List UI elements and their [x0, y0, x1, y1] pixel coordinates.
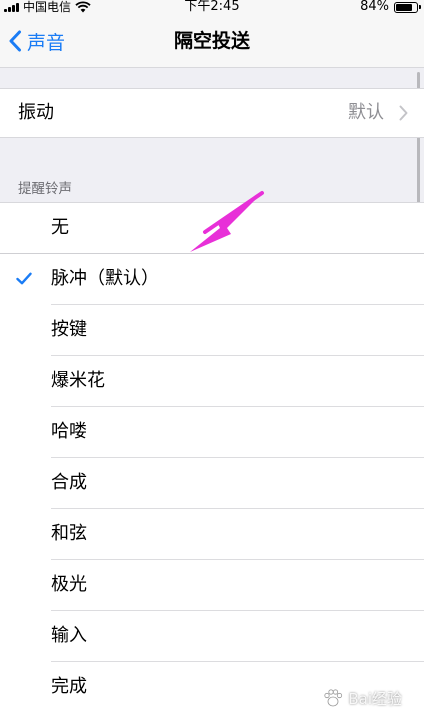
navigation-bar: 隔空投送 声音 — [0, 14, 424, 68]
chevron-right-icon — [399, 105, 408, 121]
vibration-label: 振动 — [18, 102, 54, 123]
battery-percentage: 84% — [360, 0, 389, 14]
tone-row[interactable]: 输入 — [0, 611, 424, 662]
tone-row[interactable]: 合成 — [0, 458, 424, 509]
tone-row-selected[interactable]: 脉冲（默认） — [0, 254, 424, 305]
tone-label: 哈喽 — [51, 421, 87, 442]
tone-row[interactable]: 和弦 — [0, 509, 424, 560]
vibration-value: 默认 — [348, 102, 384, 123]
watermark: Bai经验 — [322, 687, 402, 709]
chevron-left-icon — [9, 30, 21, 52]
watermark-text: Bai经验 — [348, 689, 402, 708]
tone-row[interactable]: 按键 — [0, 305, 424, 356]
alert-tone-list: 无 脉冲（默认） 按键 爆米花 哈喽 合成 和弦 极光 输入 完成 — [0, 202, 424, 715]
tone-row[interactable]: 哈喽 — [0, 407, 424, 458]
tone-label: 合成 — [51, 472, 87, 493]
paw-icon — [324, 689, 343, 707]
status-right: 84% — [360, 0, 421, 14]
status-bar: 中国电信 下午2:45 84% — [0, 0, 424, 14]
tone-label: 极光 — [51, 574, 87, 595]
tone-label: 按键 — [51, 319, 87, 340]
tone-label: 和弦 — [51, 523, 87, 544]
tone-label: 爆米花 — [51, 370, 105, 391]
tone-row[interactable]: 极光 — [0, 560, 424, 611]
tone-label: 无 — [51, 217, 69, 238]
back-button[interactable]: 声音 — [8, 14, 65, 68]
vibration-setting-row[interactable]: 振动 默认 — [0, 88, 424, 138]
battery-icon — [394, 1, 421, 13]
back-button-label: 声音 — [27, 31, 66, 54]
tone-row[interactable]: 爆米花 — [0, 356, 424, 407]
section-header-alert-tones: 提醒铃声 — [18, 181, 72, 197]
tone-label: 完成 — [51, 676, 87, 697]
tone-row[interactable]: 无 — [0, 203, 424, 254]
checkmark-icon — [16, 272, 32, 285]
tone-label: 脉冲（默认） — [51, 268, 159, 289]
tone-label: 输入 — [51, 625, 87, 646]
